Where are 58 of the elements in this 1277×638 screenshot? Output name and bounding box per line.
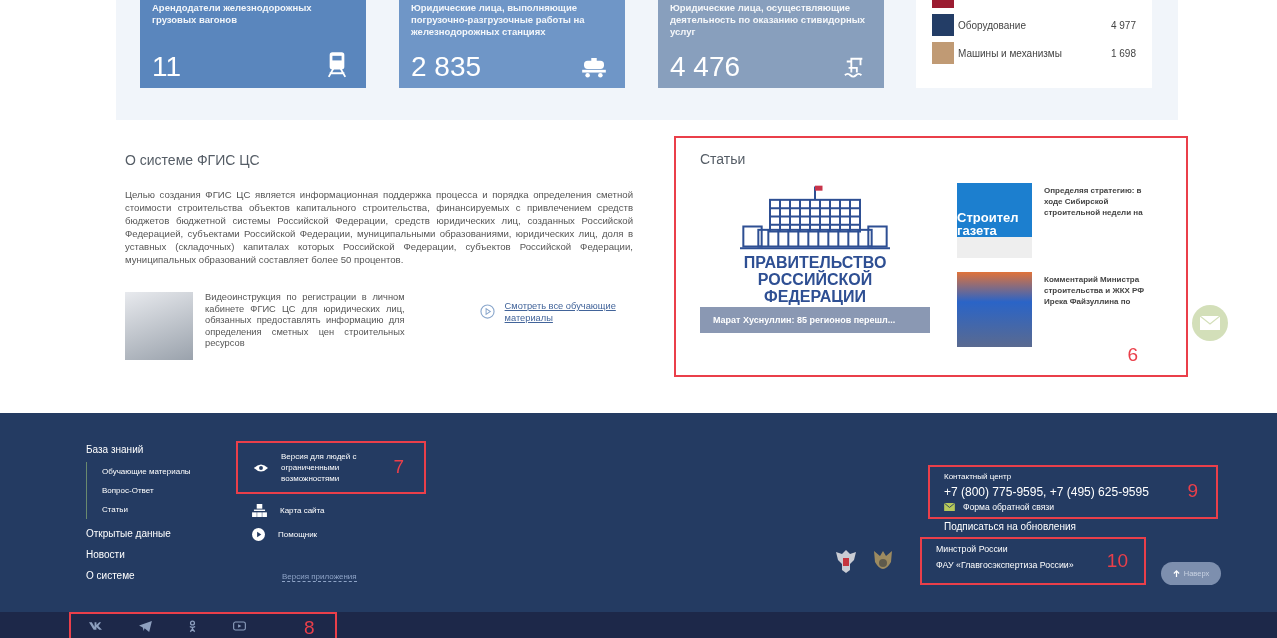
annotation-number: 6: [1127, 345, 1138, 365]
footer-link[interactable]: Новости: [86, 544, 236, 565]
footer-link[interactable]: Открытые данные: [86, 523, 236, 544]
contact-title: Контактный центр: [944, 472, 1012, 481]
logo-text: ФЕДЕРАЦИИ: [764, 288, 866, 305]
photo-placeholder: [125, 292, 193, 360]
legend-label: Машины и механизмы: [958, 47, 1063, 59]
sitemap-icon: [252, 503, 267, 517]
odnoklassniki-icon[interactable]: [189, 619, 196, 633]
arrow-up-icon: [1172, 570, 1180, 577]
newspaper-thumbnail[interactable]: Строител газета: [957, 183, 1032, 258]
app-version-link[interactable]: Версия приложения: [282, 572, 357, 582]
stat-value: 11: [152, 52, 182, 82]
section-title: О системе ФГИС ЦС: [125, 152, 261, 168]
organization-link[interactable]: Минстрой России: [936, 543, 1008, 554]
section-title: Статьи: [700, 151, 747, 167]
article-title[interactable]: Комментарий Министра строительства и ЖКХ РФ Ирека Файзуллина по: [1044, 274, 1156, 307]
about-text: Целью создания ФГИС ЦС является информационная поддержка процесса и порядка определения сметной стоимости строительства объектов капитального строительства, финансируемых с привлечением средств бюджетов бюджетной системы Российской Федерации, средств юридических лиц, созданных Российской Федерацией, субъектами Российской Федерации, муниципальными образованиями, юридических лиц, доля в уставных (складочных) капиталах которых Российской Федерации, субъектов Российской Федерации, муниципальных образований составляет более 50 процентов.: [125, 188, 633, 266]
phone-numbers: +7 (800) 775-9595, +7 (495) 625-9595: [944, 485, 1149, 499]
logo-text: РОССИЙСКОЙ: [757, 271, 873, 288]
tank-wagon-icon: [581, 58, 607, 78]
footer-link[interactable]: Версия для людей с ограниченными возможностями: [281, 451, 376, 484]
stat-title: Арендодатели железнодорожных грузовых вагонов: [152, 2, 313, 26]
feedback-link[interactable]: Форма обратной связи: [963, 502, 1055, 512]
footer-link[interactable]: О системе: [86, 565, 236, 586]
vk-icon[interactable]: [89, 622, 102, 630]
envelope-icon: [944, 503, 955, 511]
play-icon: [252, 527, 265, 541]
footer-link[interactable]: Помощник: [278, 528, 373, 540]
footer-link[interactable]: Обучающие материалы: [102, 462, 236, 481]
annotation-number: 7: [393, 457, 404, 477]
organization-link[interactable]: ФАУ «Главгосэкспертиза России»: [936, 559, 1074, 570]
stat-title: Юридические лица, осуществляющие деятельность по оказанию стивидорных услуг: [670, 2, 867, 38]
legend-value: 1 698: [1110, 47, 1136, 59]
train-icon: [326, 52, 348, 78]
subscribe-link[interactable]: Подписаться на обновления: [944, 521, 1221, 532]
video-description: Видеоинструкция по регистрации в личном кабинете ФГИС ЦС для юридических лиц, обязанных предоставлять информацию для определения сметных цен строительных ресурсов: [205, 292, 405, 350]
article-title[interactable]: Определяя стратегию: в ходе Сибирской строительной недели на: [1044, 185, 1156, 218]
footer-link[interactable]: База знаний: [86, 439, 236, 460]
eagle-emblem-icon: [834, 547, 858, 574]
telegram-icon[interactable]: [139, 620, 152, 632]
logo-text: ПРАВИТЕЛЬСТВО: [743, 254, 887, 271]
footer-link[interactable]: Карта сайта: [280, 504, 375, 516]
stat-value: 2 835: [411, 52, 482, 82]
article-image[interactable]: ПРАВИТЕЛЬСТВО РОССИЙСКОЙ ФЕДЕРАЦИИ Марат Хуснуллин: 85 регионов перешл...: [700, 183, 930, 351]
annotation-number: 10: [1106, 550, 1128, 571]
eye-icon: [254, 462, 268, 473]
stat-value: 4 476: [670, 52, 741, 82]
footer-link[interactable]: Статьи: [102, 500, 236, 519]
legend-value: 4 977: [1110, 19, 1136, 31]
footer-link[interactable]: Вопрос-Ответ: [102, 481, 236, 500]
envelope-icon: [1200, 316, 1220, 330]
video-play-icon[interactable]: [233, 621, 246, 631]
stat-title: Юридические лица, выполняющие погрузочно-разгрузочные работы на железнодорожных станциях: [411, 2, 586, 38]
legend-label: Оборудование: [958, 19, 1027, 31]
annotation-number: 9: [1187, 481, 1198, 501]
all-materials-link[interactable]: Смотреть все обучающие материалы: [504, 300, 633, 324]
annotation-number: 8: [304, 618, 315, 638]
